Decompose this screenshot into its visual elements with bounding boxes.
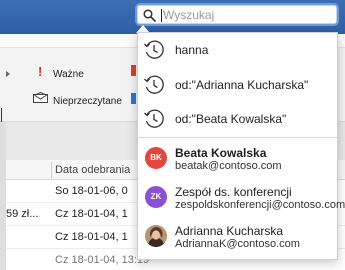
unread-button[interactable]: Nieprzeczytane [53,96,122,107]
column-separator[interactable] [51,162,52,178]
important-button[interactable]: Ważne [53,69,84,80]
row-preview: 59 zł... [6,208,39,220]
avatar [145,225,167,247]
row-date: Cz 18-01-04, 1 [55,208,128,220]
search-box[interactable] [137,5,337,24]
recent-search-item[interactable]: od:"Beata Kowalska" [138,102,337,137]
contact-name: Adrianna Kucharska [175,224,284,238]
important-icon: ! [38,64,43,79]
search-input[interactable] [163,7,333,22]
column-header-received-date[interactable]: Data odebrania [55,164,130,176]
contact-email: AdriannaK@contoso.com [175,238,300,250]
contact-suggestion[interactable]: ZK Zespół ds. konferencji zespoldskonfer… [138,180,345,220]
contact-name: Beata Kowalska [175,146,267,160]
contact-suggestion[interactable]: BK Beata Kowalska beatak@contoso.com [138,141,337,181]
recent-search-item[interactable]: od:"Adrianna Kucharska" [138,68,337,103]
avatar: ZK [145,186,167,208]
contact-email: zespoldskonferencji@contoso.com [175,199,345,211]
row-date: Cz 18-01-04, 1 [55,231,128,243]
clock-icon [144,75,164,94]
search-icon [143,9,156,22]
dropdown-arrow-icon[interactable] [6,71,10,77]
recent-search-label: hanna [175,43,209,57]
category-tag-icon[interactable] [131,93,136,104]
envelope-icon [33,92,48,103]
row-date: So 18-01-06, 0 [55,185,128,197]
row-date: Cz 18-01-04, 13:19 [55,254,150,266]
recent-search-label: od:"Adrianna Kucharska" [175,78,309,92]
recent-search-label: od:"Beata Kowalska" [175,112,287,126]
search-suggestions-dropdown: hanna od:"Adrianna Kucharska" od:"Beata … [137,32,345,260]
text-cursor [1,108,2,122]
contact-name: Zespół ds. konferencji [175,185,292,199]
recent-search-item[interactable]: hanna [138,33,337,68]
clock-icon [144,40,164,59]
contact-email: beatak@contoso.com [175,160,282,172]
clock-icon [144,109,164,128]
contact-suggestion[interactable]: Adrianna Kucharska AdriannaK@contoso.com [138,219,337,259]
section-divider [138,137,337,138]
avatar: BK [145,147,167,169]
category-tag-icon[interactable] [131,65,136,76]
text-cursor [161,9,162,22]
